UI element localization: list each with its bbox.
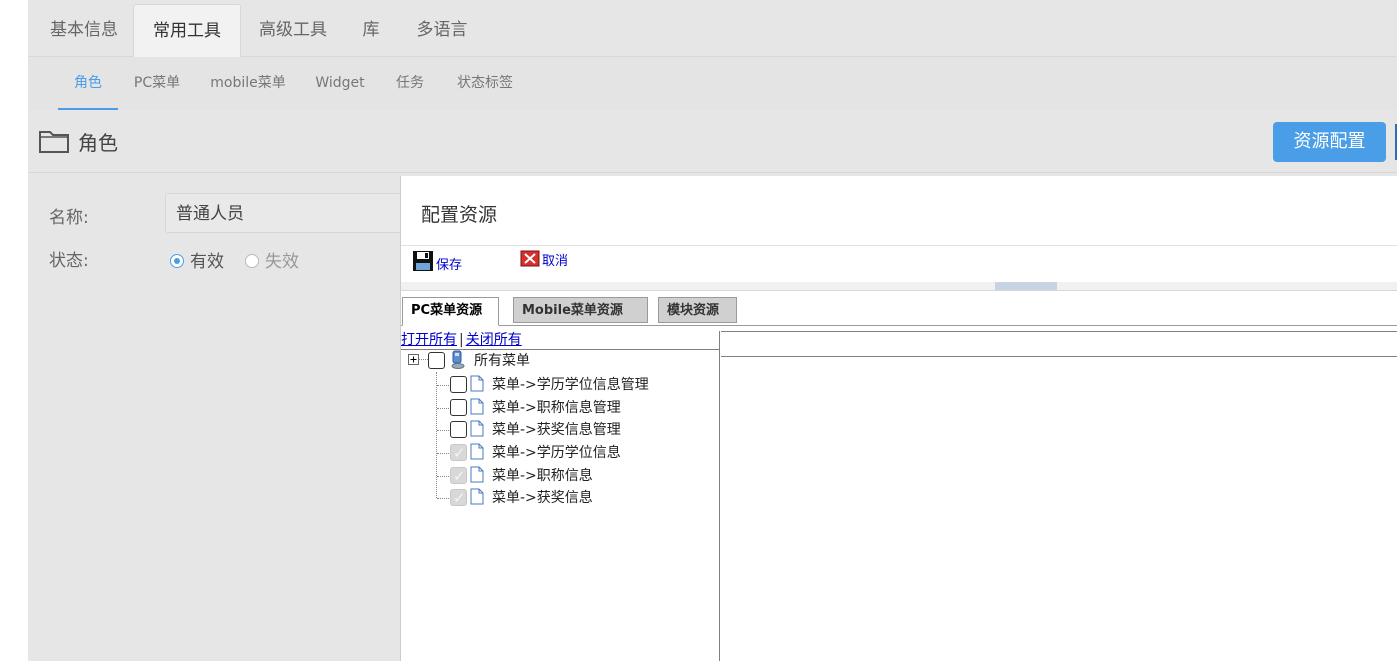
save-button[interactable]: 保存 bbox=[412, 250, 462, 273]
tree-item-label[interactable]: 菜单->职称信息 bbox=[492, 465, 593, 487]
subtab-role[interactable]: 角色 bbox=[58, 57, 118, 110]
status-invalid-label: 失效 bbox=[265, 252, 299, 272]
tree-connector bbox=[436, 372, 437, 498]
tree-item-checkbox[interactable] bbox=[450, 376, 467, 393]
document-icon bbox=[470, 466, 484, 483]
tree-root-label: 所有菜单 bbox=[474, 353, 530, 369]
splitter[interactable] bbox=[401, 282, 1397, 291]
splitter-handle[interactable] bbox=[995, 282, 1057, 290]
tree-item: 菜单->学历学位信息 bbox=[450, 442, 690, 464]
tree-item-checkbox[interactable] bbox=[450, 442, 467, 464]
save-label: 保存 bbox=[436, 258, 463, 273]
tree-connector bbox=[437, 498, 449, 499]
document-icon bbox=[470, 488, 484, 505]
root-checkbox[interactable] bbox=[428, 352, 445, 369]
tree-connector bbox=[419, 359, 428, 360]
subtab-pc-menu[interactable]: PC菜单 bbox=[128, 57, 186, 110]
tree-connector bbox=[437, 408, 449, 409]
expand-plus-icon[interactable] bbox=[408, 354, 419, 365]
tree-item: 菜单->获奖信息管理 bbox=[450, 419, 690, 441]
tree-item-checkbox[interactable] bbox=[450, 421, 467, 438]
name-label: 名称: bbox=[49, 208, 89, 228]
status-invalid-radio[interactable]: 失效 bbox=[245, 247, 299, 272]
name-input[interactable]: 普通人员 bbox=[165, 193, 405, 233]
tab-pc-menu-resource[interactable]: PC菜单资源 bbox=[402, 297, 499, 326]
tree-connector bbox=[437, 430, 449, 431]
tree-item: 菜单->职称信息 bbox=[450, 465, 690, 487]
tab-library[interactable]: 库 bbox=[353, 4, 389, 56]
left-strip bbox=[0, 0, 29, 661]
cancel-button[interactable]: 取消 bbox=[520, 250, 568, 269]
status-label: 状态: bbox=[49, 251, 89, 271]
cancel-label: 取消 bbox=[542, 254, 569, 269]
tree-item-checkbox[interactable] bbox=[450, 465, 467, 487]
dialog-title: 配置资源 bbox=[421, 204, 498, 226]
detail-pane bbox=[721, 331, 1397, 661]
detail-header bbox=[721, 331, 1397, 357]
document-icon bbox=[470, 398, 484, 415]
floppy-disk-icon bbox=[413, 251, 433, 271]
subtab-widget[interactable]: Widget bbox=[310, 57, 370, 110]
tab-advanced-tools[interactable]: 高级工具 bbox=[248, 4, 338, 56]
close-all-link[interactable]: 关闭所有 bbox=[466, 332, 522, 348]
resource-tab-bar: PC菜单资源 Mobile菜单资源 模块资源 bbox=[401, 291, 1397, 326]
status-valid-radio[interactable]: 有效 bbox=[170, 247, 224, 272]
document-icon bbox=[470, 375, 484, 392]
computer-icon bbox=[451, 350, 465, 369]
tree-item-label[interactable]: 菜单->获奖信息 bbox=[492, 487, 593, 509]
subtab-status-label[interactable]: 状态标签 bbox=[448, 57, 522, 110]
page-header: 角色 资源配置 bbox=[28, 110, 1397, 173]
document-icon bbox=[470, 420, 484, 437]
tree-item-label[interactable]: 菜单->获奖信息管理 bbox=[492, 419, 621, 441]
folder-icon bbox=[39, 131, 69, 153]
tree-controls: 打开所有 | 关闭所有 bbox=[401, 331, 719, 350]
tree-connector bbox=[437, 385, 449, 386]
tree-item: 菜单->获奖信息 bbox=[450, 487, 690, 509]
tree-item-label[interactable]: 菜单->学历学位信息管理 bbox=[492, 374, 649, 396]
cancel-icon bbox=[520, 250, 540, 267]
tree-item-checkbox[interactable] bbox=[450, 399, 467, 416]
tree-item-label[interactable]: 菜单->学历学位信息 bbox=[492, 442, 621, 464]
subtab-mobile-menu[interactable]: mobile菜单 bbox=[206, 57, 290, 110]
link-separator: | bbox=[459, 332, 464, 348]
tree-connector bbox=[437, 476, 449, 477]
tree-root: 所有菜单 bbox=[428, 350, 628, 372]
dialog-toolbar: 保存 取消 bbox=[401, 246, 1397, 283]
tab-common-tools[interactable]: 常用工具 bbox=[133, 4, 241, 57]
page-title: 角色 bbox=[78, 131, 118, 155]
open-all-link[interactable]: 打开所有 bbox=[401, 332, 457, 348]
tree-item-checkbox[interactable] bbox=[450, 487, 467, 509]
tree-item: 菜单->学历学位信息管理 bbox=[450, 374, 690, 396]
radio-dot bbox=[245, 254, 259, 268]
tree-item: 菜单->职称信息管理 bbox=[450, 397, 690, 419]
subtab-task[interactable]: 任务 bbox=[388, 57, 432, 110]
tab-module-resource[interactable]: 模块资源 bbox=[658, 297, 737, 323]
radio-dot bbox=[170, 254, 184, 268]
role-form: 名称: 普通人员 状态: 有效 失效 bbox=[28, 173, 405, 661]
tree-connector bbox=[437, 453, 449, 454]
tab-basic-info[interactable]: 基本信息 bbox=[36, 4, 132, 56]
tab-multilanguage[interactable]: 多语言 bbox=[404, 4, 480, 56]
top-tab-bar: 基本信息 常用工具 高级工具 库 多语言 bbox=[28, 0, 1397, 57]
tab-mobile-menu-resource[interactable]: Mobile菜单资源 bbox=[513, 297, 648, 323]
tree-item-label[interactable]: 菜单->职称信息管理 bbox=[492, 397, 621, 419]
sub-tab-bar: 角色 PC菜单 mobile菜单 Widget 任务 状态标签 bbox=[28, 57, 1397, 110]
status-valid-label: 有效 bbox=[190, 252, 224, 272]
document-icon bbox=[470, 443, 484, 460]
resource-config-button[interactable]: 资源配置 bbox=[1273, 122, 1386, 162]
